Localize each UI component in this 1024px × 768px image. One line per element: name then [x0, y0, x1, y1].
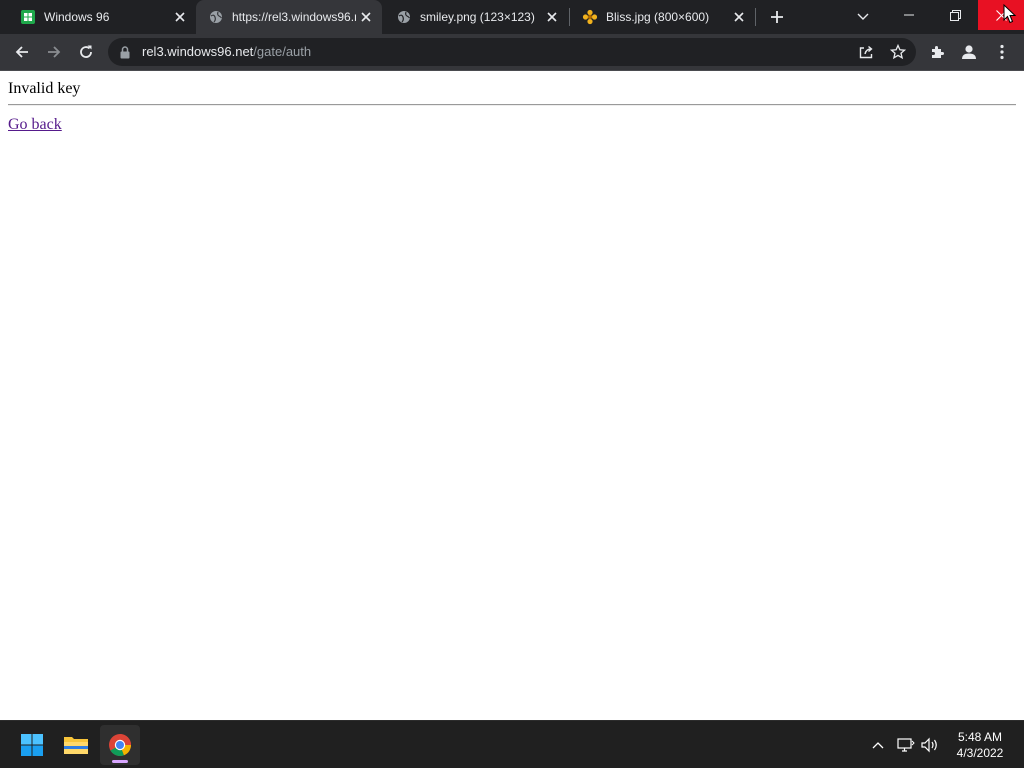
minimize-icon: [904, 14, 914, 16]
address-bar[interactable]: rel3.windows96.net/gate/auth: [108, 38, 916, 66]
url-host: rel3.windows96.net: [142, 44, 254, 59]
flower-icon: [582, 9, 598, 25]
mouse-cursor-icon: [1003, 3, 1017, 24]
running-indicator: [112, 760, 128, 763]
bookmark-star-icon[interactable]: [889, 43, 907, 61]
tab-title: Windows 96: [44, 10, 110, 24]
clock[interactable]: 5:48 AM 4/3/2022: [944, 729, 1016, 761]
windows96-icon: [20, 9, 36, 25]
globe-icon: [396, 9, 412, 25]
tab-title: https://rel3.windows96.net/gate/auth: [232, 10, 356, 24]
chrome-icon: [109, 734, 132, 757]
globe-icon: [208, 9, 224, 25]
close-tab-icon[interactable]: [544, 9, 560, 25]
file-explorer-icon: [64, 737, 88, 754]
reload-button[interactable]: [71, 37, 101, 67]
url-text[interactable]: rel3.windows96.net/gate/auth: [142, 45, 311, 59]
extensions-button[interactable]: [922, 37, 952, 67]
file-explorer-button[interactable]: [56, 725, 96, 765]
tab-separator: [755, 8, 756, 26]
url-path: /gate/auth: [253, 44, 312, 59]
restore-icon: [949, 9, 961, 21]
error-message: Invalid key: [8, 80, 81, 97]
close-tab-icon[interactable]: [172, 9, 188, 25]
forward-button[interactable]: [39, 37, 69, 67]
tab-smiley[interactable]: smiley.png (123×123): [384, 0, 568, 34]
close-tab-icon[interactable]: [358, 9, 374, 25]
arrow-right-icon: [48, 46, 61, 58]
tab-windows96[interactable]: Windows 96: [8, 0, 194, 34]
network-icon[interactable]: [896, 735, 916, 755]
tab-bliss[interactable]: Bliss.jpg (800×600): [570, 0, 756, 34]
minimize-button[interactable]: [886, 0, 932, 30]
chevron-up-icon[interactable]: [868, 735, 888, 755]
close-window-button[interactable]: [978, 0, 1024, 30]
tab-strip: Windows 96 https://rel3.windows96.net/ga…: [0, 0, 1024, 34]
puzzle-icon: [932, 46, 944, 58]
lock-icon[interactable]: [118, 45, 132, 59]
page-content: Invalid key Go back: [0, 71, 1024, 720]
clock-date: 4/3/2022: [956, 746, 1004, 760]
reload-icon: [80, 45, 92, 58]
plus-icon: [771, 11, 783, 23]
restore-button[interactable]: [932, 0, 978, 30]
chevron-down-icon: [857, 13, 869, 20]
taskbar: 5:48 AM 4/3/2022: [0, 720, 1024, 768]
tab-search-button[interactable]: [852, 6, 874, 28]
tab-rel3-auth[interactable]: https://rel3.windows96.net/gate/auth: [196, 0, 382, 34]
chrome-taskbar-button[interactable]: [100, 725, 140, 765]
profile-icon: [962, 45, 976, 59]
start-button[interactable]: [12, 725, 52, 765]
clock-time: 5:48 AM: [957, 730, 1003, 744]
kebab-menu-icon: [1000, 44, 1004, 60]
go-back-link[interactable]: Go back: [8, 116, 62, 134]
start-icon: [21, 734, 43, 756]
share-icon[interactable]: [857, 43, 875, 61]
close-tab-icon[interactable]: [731, 9, 747, 25]
tab-title: Bliss.jpg (800×600): [606, 10, 710, 24]
tab-title: smiley.png (123×123): [420, 10, 535, 24]
arrow-left-icon: [15, 46, 28, 58]
new-tab-button[interactable]: [766, 6, 788, 28]
profile-button[interactable]: [954, 37, 984, 67]
browser-toolbar: rel3.windows96.net/gate/auth: [0, 34, 1024, 71]
volume-icon[interactable]: [920, 735, 940, 755]
back-button[interactable]: [7, 37, 37, 67]
menu-button[interactable]: [987, 37, 1017, 67]
horizontal-rule: [8, 104, 1016, 106]
